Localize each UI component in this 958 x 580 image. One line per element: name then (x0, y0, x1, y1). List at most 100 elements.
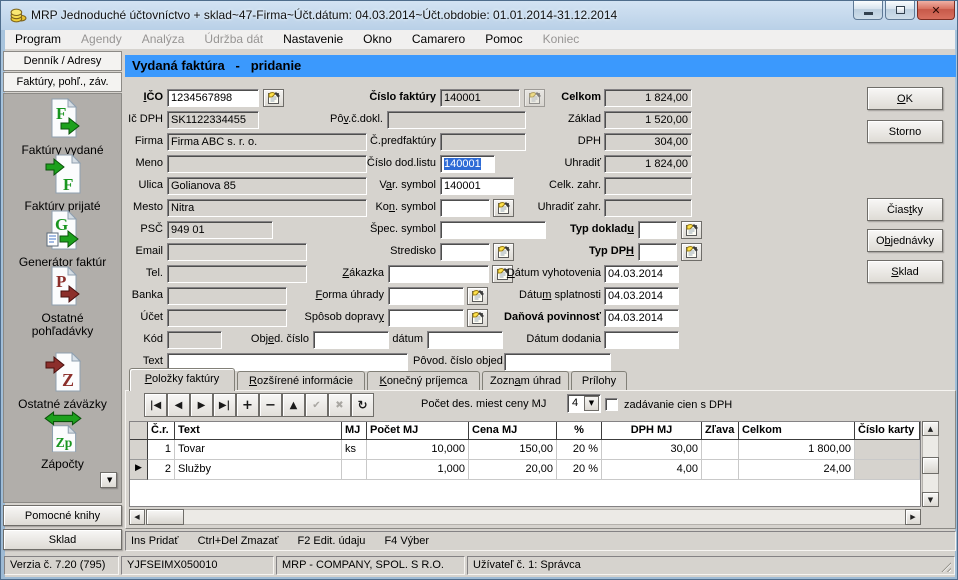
sklad-sidebar-button[interactable]: Sklad (3, 529, 122, 550)
restore-icon (896, 6, 905, 14)
row-indicator[interactable] (130, 440, 148, 460)
title-bar[interactable]: MRP Jednoduché účtovníctvo + sklad~47-Fi… (1, 1, 957, 30)
objednavky-button[interactable]: Objednávky (867, 229, 943, 252)
cell-celkom[interactable]: 1 800,00 (739, 440, 855, 460)
storno-button[interactable]: Storno (867, 120, 943, 143)
cell-cena[interactable]: 150,00 (469, 440, 557, 460)
sidebar-tab-faktury[interactable]: Faktúry, pohľ., záv. (3, 72, 122, 92)
stredisko-input[interactable] (440, 243, 490, 261)
next-record-button[interactable]: ▶ (190, 393, 213, 417)
vat-prices-checkbox-label: zadávanie cien s DPH (624, 399, 732, 411)
povod-cislo-objed-label: Pôvod. číslo objed. (413, 355, 501, 370)
cell-text[interactable]: Tovar (175, 440, 342, 460)
col-celkom: Celkom (739, 422, 855, 440)
close-button[interactable]: ✕ (917, 1, 955, 20)
sklad-button[interactable]: Sklad (867, 260, 943, 283)
row-indicator-current[interactable]: ▶ (130, 460, 148, 480)
scroll-down-icon[interactable]: ▼ (922, 492, 939, 507)
cell-cr[interactable]: 2 (148, 460, 175, 480)
vertical-scroll-thumb[interactable] (922, 457, 939, 474)
typ-dph-lookup-button[interactable] (681, 243, 702, 261)
cell-pct[interactable]: 20 % (557, 460, 602, 480)
sidebar-collapse-button[interactable]: ▼ (100, 472, 117, 488)
sidebar-item-generator-faktur[interactable]: Generátor faktúr (4, 210, 121, 269)
tab-prilohy[interactable]: Prílohy (571, 371, 627, 390)
typ-dokladu-input[interactable] (638, 221, 677, 239)
datum-vyhotovenia-input[interactable]: 04.03.2014 (604, 265, 679, 283)
last-record-button[interactable]: ▶| (213, 393, 236, 417)
tab-rozsirene-informacie[interactable]: Rozšírené informácie (237, 371, 365, 390)
menu-program[interactable]: Program (5, 30, 71, 49)
objed-cislo-label: Objed. číslo (227, 333, 309, 348)
pov-c-dokl-label: Pôv.č.dokl. (301, 113, 383, 128)
hint-edit: F2 Edit. údaju (298, 535, 366, 547)
sidebar-tab-dennik-adresy[interactable]: Denník / Adresy (3, 51, 122, 71)
cell-zlava[interactable] (702, 460, 739, 480)
ok-button[interactable]: OK (867, 87, 943, 110)
sidebar-item-label: Zápočty (4, 458, 121, 471)
chevron-down-icon[interactable]: ▼ (584, 396, 599, 411)
insert-record-button[interactable]: + (236, 393, 259, 417)
prior-record-button[interactable]: ◀ (167, 393, 190, 417)
datum-vyhotovenia-label: Dátum vyhotovenia (471, 267, 601, 282)
col-mj: MJ (342, 422, 367, 440)
typ-dph-input[interactable] (638, 243, 677, 261)
close-icon: ✕ (931, 4, 940, 17)
cell-pct[interactable]: 20 % (557, 440, 602, 460)
ico-lookup-button[interactable] (263, 89, 284, 107)
cell-text[interactable]: Služby (175, 460, 342, 480)
cell-karta[interactable] (855, 460, 920, 480)
povod-cislo-objed-input[interactable] (504, 353, 611, 371)
restore-button[interactable] (885, 1, 915, 20)
forma-uhrady-input[interactable] (388, 287, 464, 305)
cell-mj[interactable] (342, 460, 367, 480)
cell-pocet[interactable]: 1,000 (367, 460, 469, 480)
horizontal-scroll-thumb[interactable] (146, 509, 184, 525)
typ-dokladu-lookup-button[interactable] (681, 221, 702, 239)
ico-input[interactable]: 1234567898 (167, 89, 259, 107)
vat-prices-checkbox[interactable] (605, 398, 618, 411)
sposob-dopravy-input[interactable] (388, 309, 464, 327)
refresh-button[interactable]: ↻ (351, 393, 374, 417)
datum-splatnosti-input[interactable]: 04.03.2014 (604, 287, 679, 305)
first-record-button[interactable]: |◀ (144, 393, 167, 417)
delete-record-button[interactable]: − (259, 393, 282, 417)
cell-dph[interactable]: 30,00 (602, 440, 702, 460)
tab-polozky-faktury[interactable]: Položky faktúry (129, 368, 235, 391)
cell-cena[interactable]: 20,00 (469, 460, 557, 480)
horizontal-scrollbar[interactable] (129, 509, 921, 525)
uhradit-value: 1 824,00 (604, 155, 692, 173)
datum-dodania-label: Dátum dodania (471, 333, 601, 348)
cell-pocet[interactable]: 10,000 (367, 440, 469, 460)
datum-dodania-input[interactable] (604, 331, 679, 349)
menu-camarero[interactable]: Camarero (402, 30, 475, 49)
cell-dph[interactable]: 4,00 (602, 460, 702, 480)
menu-pomoc[interactable]: Pomoc (475, 30, 532, 49)
scroll-right-icon[interactable]: ▶ (905, 509, 921, 525)
scroll-up-icon[interactable]: ▲ (922, 421, 939, 436)
cell-celkom[interactable]: 24,00 (739, 460, 855, 480)
edit-record-button[interactable]: ▲ (282, 393, 305, 417)
cell-karta[interactable] (855, 440, 920, 460)
menu-okno[interactable]: Okno (353, 30, 402, 49)
cell-cr[interactable]: 1 (148, 440, 175, 460)
danova-povinnost-label: Daňová povinnosť (471, 311, 601, 326)
pomocne-knihy-button[interactable]: Pomocné knihy (3, 505, 122, 526)
tab-konecny-prijemca[interactable]: Konečný príjemca (367, 371, 480, 390)
kod-label: Kód (61, 333, 163, 348)
tab-zoznam-uhrad[interactable]: Zoznam úhrad (482, 371, 569, 390)
cell-zlava[interactable] (702, 440, 739, 460)
window-title: MRP Jednoduché účtovníctvo + sklad~47-Fi… (31, 8, 617, 22)
col-cena-mj: Cena MJ (469, 422, 557, 440)
scroll-left-icon[interactable]: ◀ (129, 509, 145, 525)
objed-cislo-input[interactable] (313, 331, 389, 349)
menu-nastavenie[interactable]: Nastavenie (273, 30, 353, 49)
decimal-places-select[interactable]: 4 ▼ (567, 394, 601, 413)
menu-koniec: Koniec (533, 30, 590, 49)
cell-mj[interactable]: ks (342, 440, 367, 460)
ciastky-button[interactable]: Čiastky (867, 198, 943, 221)
danova-povinnost-input[interactable]: 04.03.2014 (604, 309, 679, 327)
sidebar-item-zapocty[interactable]: Zápočty (4, 410, 121, 471)
typ-dokladu-label: Typ dokladu (501, 223, 634, 238)
minimize-button[interactable] (853, 1, 883, 20)
